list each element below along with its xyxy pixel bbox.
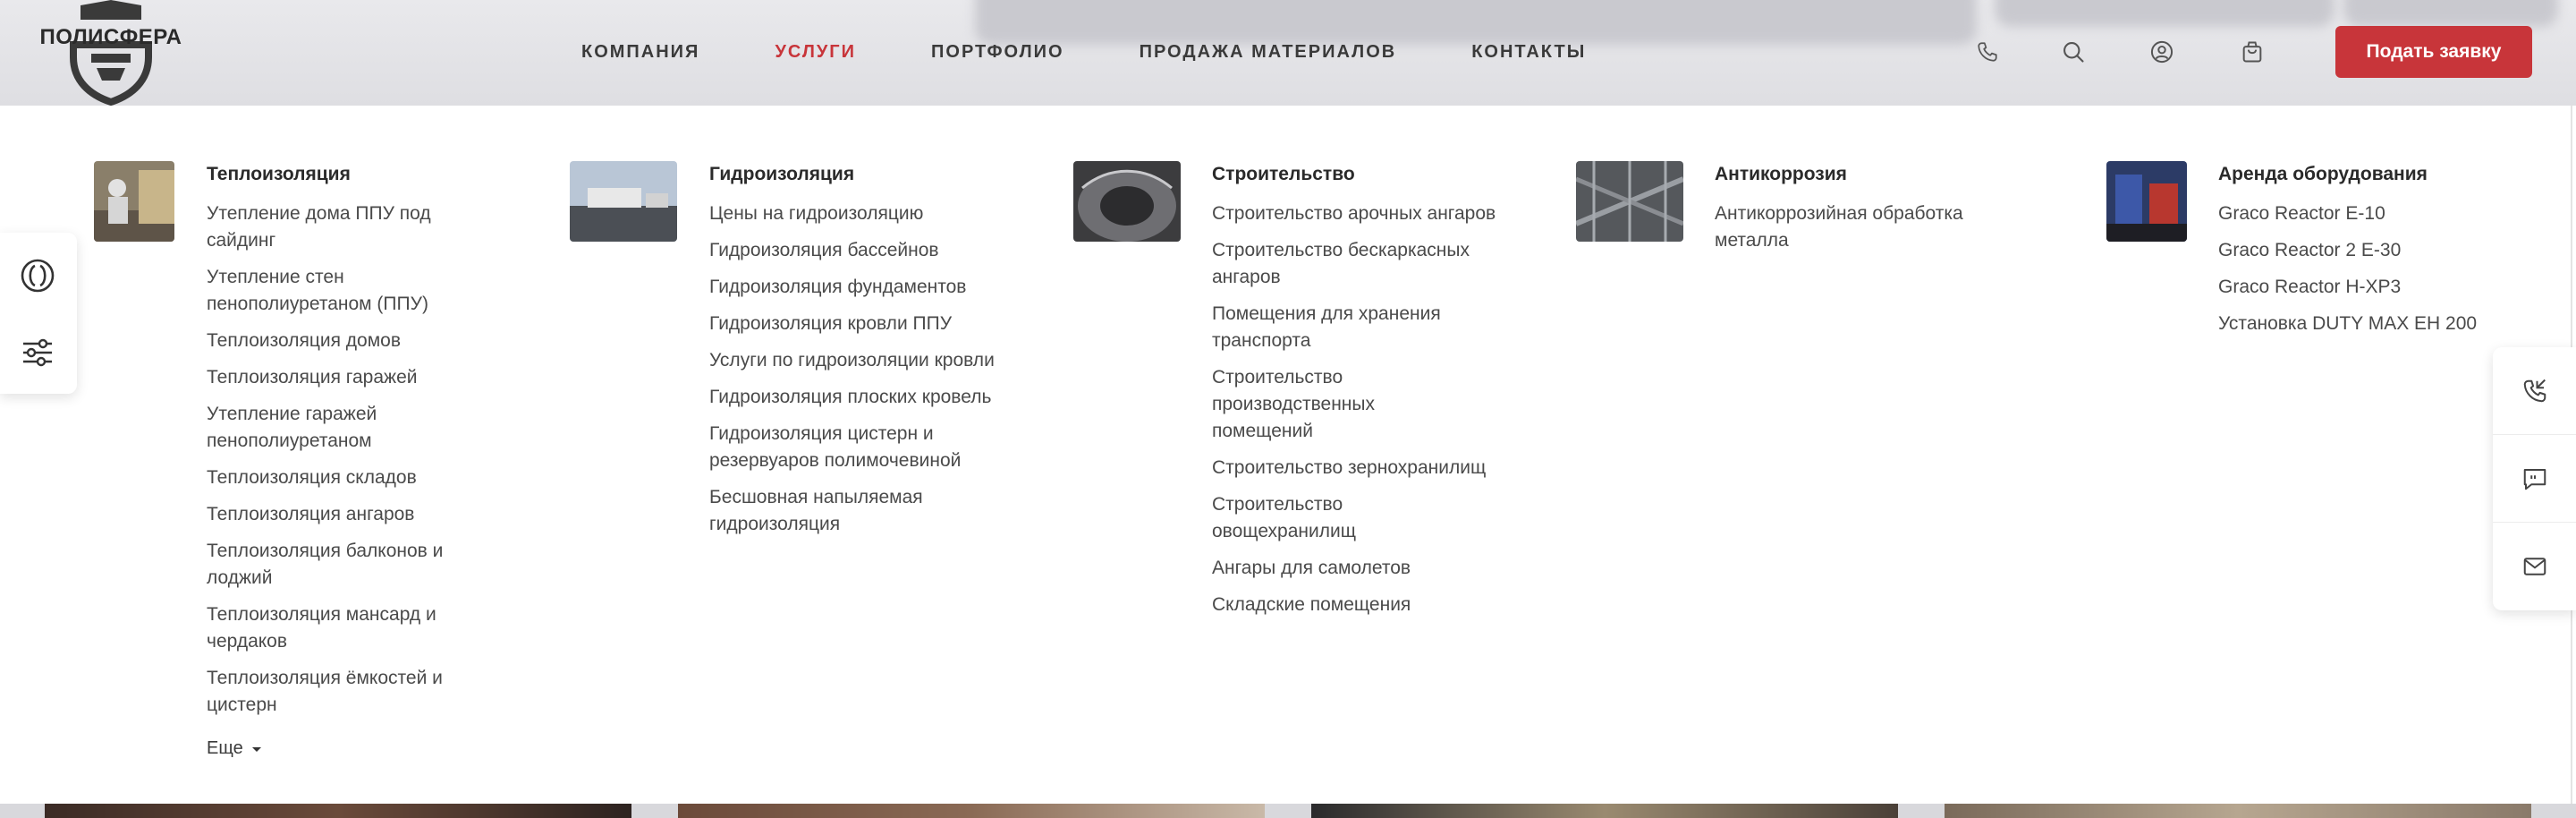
- menu-link[interactable]: Строительство арочных ангаров: [1212, 200, 1516, 227]
- menu-link[interactable]: Теплоизоляция складов: [207, 464, 475, 491]
- nav-item-services[interactable]: УСЛУГИ: [775, 36, 856, 68]
- menu-link[interactable]: Graco Reactor E-10: [2218, 200, 2513, 227]
- menu-column-waterproofing: Гидроизоляция Цены на гидроизоляцию Гидр…: [709, 161, 1004, 548]
- menu-column-construction: Строительство Строительство арочных анга…: [1212, 161, 1516, 628]
- menu-link[interactable]: Гидроизоляция плоских кровель: [709, 384, 1004, 411]
- portfolio-image: [1945, 804, 2531, 818]
- menu-link[interactable]: Услуги по гидроизоляции кровли: [709, 347, 1004, 374]
- menu-link[interactable]: Утепление дома ППУ под сайдинг: [207, 200, 475, 254]
- chat-icon[interactable]: [2493, 435, 2576, 523]
- column-links: Graco Reactor E-10 Graco Reactor 2 E-30 …: [2218, 200, 2513, 337]
- menu-link[interactable]: Теплоизоляция ангаров: [207, 501, 475, 528]
- menu-link[interactable]: Гидроизоляция фундаментов: [709, 274, 1004, 301]
- menu-link[interactable]: Складские помещения: [1212, 592, 1516, 618]
- column-links: Цены на гидроизоляцию Гидроизоляция басс…: [709, 200, 1004, 538]
- menu-link[interactable]: Graco Reactor H-XP3: [2218, 274, 2513, 301]
- menu-link[interactable]: Бесшовная напыляемая гидроизоляция: [709, 484, 1004, 538]
- search-icon[interactable]: [2055, 34, 2091, 70]
- shield-logo-icon: [70, 0, 152, 106]
- menu-link[interactable]: Помещения для хранения транспорта: [1212, 301, 1516, 354]
- cart-icon[interactable]: [2234, 34, 2270, 70]
- nav-item-portfolio[interactable]: ПОРТФОЛИО: [931, 36, 1064, 68]
- thumb-thermal-insulation: [94, 161, 174, 242]
- main-nav: КОМПАНИЯ УСЛУГИ ПОРТФОЛИО ПРОДАЖА МАТЕРИ…: [581, 36, 1661, 68]
- portfolio-image: [1311, 804, 1898, 818]
- portfolio-image: [45, 804, 631, 818]
- column-title[interactable]: Гидроизоляция: [709, 161, 1004, 188]
- circle-logo-icon[interactable]: [18, 256, 57, 295]
- mail-icon[interactable]: [2493, 523, 2576, 610]
- site-header: ПОЛИСФЕРА КОМПАНИЯ УСЛУГИ ПОРТФОЛИО ПРОД…: [0, 0, 2576, 106]
- column-links: Утепление дома ППУ под сайдинг Утепление…: [207, 200, 475, 719]
- menu-link[interactable]: Строительство овощехранилищ: [1212, 491, 1418, 545]
- submit-request-button[interactable]: Подать заявку: [2335, 26, 2532, 78]
- services-dropdown-menu: Теплоизоляция Утепление дома ППУ под сай…: [0, 106, 2576, 804]
- menu-link[interactable]: Теплоизоляция домов: [207, 328, 475, 354]
- more-toggle[interactable]: Еще: [207, 738, 475, 759]
- menu-link[interactable]: Теплоизоляция мансард и чердаков: [207, 601, 475, 655]
- menu-link[interactable]: Гидроизоляция бассейнов: [709, 237, 1004, 264]
- menu-column-anticorrosion: Антикоррозия Антикоррозийная обработка м…: [1715, 161, 2010, 264]
- menu-link[interactable]: Ангары для самолетов: [1212, 555, 1516, 582]
- right-contact-widget: [2493, 347, 2576, 610]
- callback-phone-icon[interactable]: [2493, 347, 2576, 435]
- menu-link[interactable]: Строительство зернохранилищ: [1212, 455, 1516, 481]
- column-title[interactable]: Строительство: [1212, 161, 1516, 188]
- column-title[interactable]: Антикоррозия: [1715, 161, 2010, 188]
- menu-link[interactable]: Теплоизоляция балконов и лоджий: [207, 538, 475, 592]
- portfolio-image: [678, 804, 1265, 818]
- menu-link[interactable]: Антикоррозийная обработка металла: [1715, 200, 2010, 254]
- user-icon[interactable]: [2144, 34, 2180, 70]
- menu-link[interactable]: Теплоизоляция гаражей: [207, 364, 475, 391]
- column-links: Строительство арочных ангаров Строительс…: [1212, 200, 1516, 618]
- column-title[interactable]: Аренда оборудования: [2218, 161, 2513, 188]
- more-label: Еще: [207, 738, 243, 758]
- thumb-construction: [1073, 161, 1181, 242]
- menu-link[interactable]: Graco Reactor 2 E-30: [2218, 237, 2513, 264]
- thumb-equipment-rental: [2106, 161, 2187, 242]
- menu-link[interactable]: Гидроизоляция цистерн и резервуаров поли…: [709, 421, 1004, 474]
- column-links: Антикоррозийная обработка металла: [1715, 200, 2010, 254]
- menu-link[interactable]: Утепление стен пенополиуретаном (ППУ): [207, 264, 475, 318]
- menu-link[interactable]: Теплоизоляция ёмкостей и цистерн: [207, 665, 475, 719]
- filter-sliders-icon[interactable]: [18, 333, 57, 372]
- column-title[interactable]: Теплоизоляция: [207, 161, 475, 188]
- menu-link[interactable]: Утепление гаражей пенополиуретаном: [207, 401, 475, 455]
- logo-text: ПОЛИСФЕРА: [39, 25, 182, 49]
- caret-down-icon: [251, 747, 261, 752]
- menu-column-thermal: Теплоизоляция Утепление дома ППУ под сай…: [207, 161, 475, 759]
- site-logo[interactable]: ПОЛИСФЕРА: [39, 0, 182, 106]
- thumb-waterproofing: [570, 161, 677, 242]
- left-floating-widget: [0, 233, 77, 394]
- nav-item-materials[interactable]: ПРОДАЖА МАТЕРИАЛОВ: [1140, 36, 1397, 68]
- menu-link[interactable]: Строительство бескаркасных ангаров: [1212, 237, 1516, 291]
- thumb-anticorrosion: [1576, 161, 1683, 242]
- menu-column-equipment: Аренда оборудования Graco Reactor E-10 G…: [2218, 161, 2513, 347]
- menu-link[interactable]: Цены на гидроизоляцию: [709, 200, 1004, 227]
- phone-icon[interactable]: [1970, 34, 2005, 70]
- menu-link[interactable]: Строительство производственных помещений: [1212, 364, 1418, 445]
- nav-item-contacts[interactable]: КОНТАКТЫ: [1471, 36, 1586, 68]
- menu-link[interactable]: Гидроизоляция кровли ППУ: [709, 311, 1004, 337]
- nav-item-company[interactable]: КОМПАНИЯ: [581, 36, 699, 68]
- menu-link[interactable]: Установка DUTY MAX EH 200: [2218, 311, 2513, 337]
